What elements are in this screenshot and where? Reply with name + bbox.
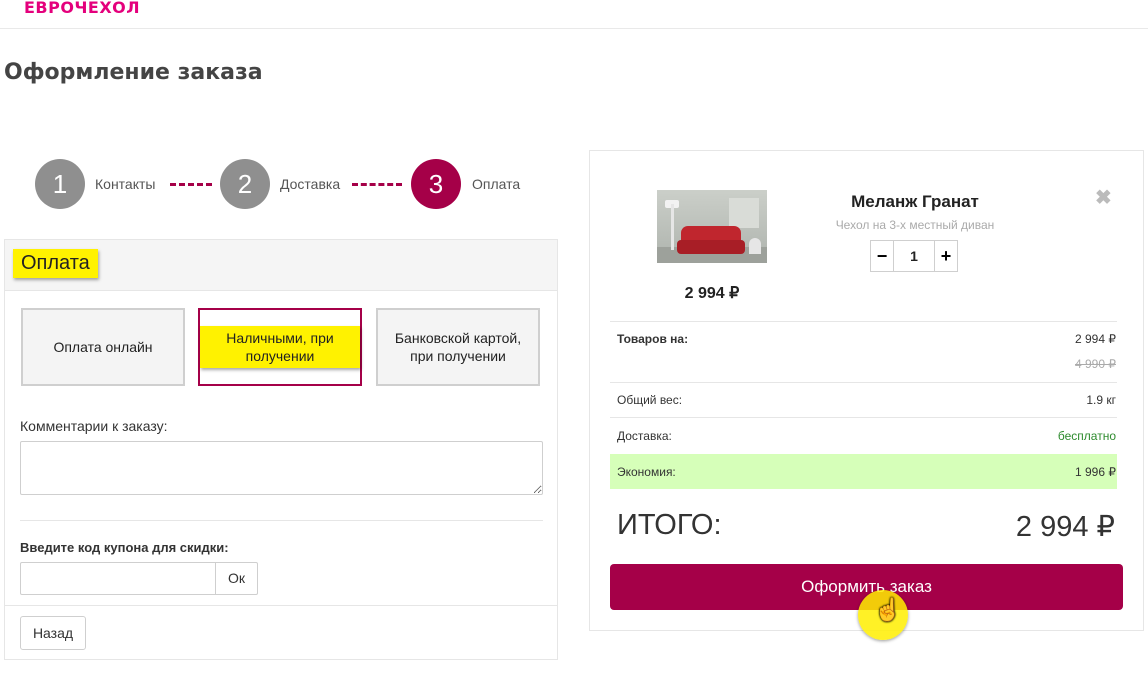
back-button[interactable]: Назад bbox=[20, 616, 86, 650]
total-value: 2 994 ₽ bbox=[1015, 511, 1115, 543]
weight-label: Общий вес: bbox=[617, 393, 683, 407]
payment-option-card[interactable]: Банковской картой, при получении bbox=[376, 308, 540, 386]
summary-divider bbox=[610, 382, 1117, 383]
goods-total-value: 2 994 ₽ bbox=[1075, 332, 1116, 346]
total-label: ИТОГО: bbox=[617, 509, 722, 541]
product-price: 2 994 ₽ bbox=[684, 285, 740, 302]
step-2-label[interactable]: Доставка bbox=[280, 176, 340, 192]
payment-option-label: Оплата онлайн bbox=[53, 339, 153, 355]
step-connector bbox=[352, 183, 402, 186]
summary-divider bbox=[610, 321, 1117, 322]
brand-logo[interactable]: ЕВРОЧЕХОЛ bbox=[24, 0, 140, 17]
savings-label: Экономия: bbox=[617, 465, 676, 479]
product-name[interactable]: Меланж Гранат bbox=[765, 192, 1065, 212]
quantity-stepper: − 1 + bbox=[870, 240, 958, 272]
weight-value: 1.9 кг bbox=[1086, 393, 1116, 407]
step-3-circle: 3 bbox=[411, 159, 461, 209]
goods-total-label: Товаров на: bbox=[617, 332, 689, 346]
quantity-value[interactable]: 1 bbox=[894, 241, 934, 271]
step-1-label[interactable]: Контакты bbox=[95, 176, 155, 192]
panel-footer-divider bbox=[5, 605, 557, 606]
remove-item-icon[interactable]: ✖ bbox=[1095, 185, 1112, 210]
savings-value: 1 996 ₽ bbox=[1075, 465, 1116, 479]
comment-textarea[interactable] bbox=[20, 441, 543, 495]
summary-divider bbox=[610, 417, 1117, 418]
payment-panel: Оплата Оплата онлайн Наличными, при полу… bbox=[4, 239, 558, 660]
coupon-input[interactable] bbox=[20, 562, 216, 595]
hand-cursor-icon: ☝ bbox=[874, 597, 902, 622]
savings-row bbox=[610, 454, 1117, 489]
product-subtitle: Чехол на 3-х местный диван bbox=[835, 218, 995, 232]
quantity-decrease-button[interactable]: − bbox=[871, 241, 894, 271]
comment-label: Комментарии к заказу: bbox=[20, 418, 168, 434]
coupon-label: Введите код купона для скидки: bbox=[20, 540, 229, 555]
payment-option-label: Банковской картой, при получении bbox=[394, 330, 522, 364]
page-title: Оформление заказа bbox=[4, 60, 263, 85]
step-2-circle[interactable]: 2 bbox=[220, 159, 270, 209]
payment-option-cash[interactable]: Наличными, при получении bbox=[198, 308, 362, 386]
payment-panel-header: Оплата bbox=[5, 240, 557, 291]
order-summary-panel: 2 994 ₽ Меланж Гранат Чехол на 3-х местн… bbox=[589, 150, 1144, 631]
step-connector bbox=[170, 183, 212, 186]
step-3-label: Оплата bbox=[472, 176, 521, 192]
payment-option-online[interactable]: Оплата онлайн bbox=[21, 308, 185, 386]
product-image[interactable] bbox=[657, 190, 767, 263]
quantity-increase-button[interactable]: + bbox=[934, 241, 957, 271]
coupon-apply-button[interactable]: Ок bbox=[215, 562, 258, 595]
section-divider bbox=[20, 520, 543, 521]
step-1-circle[interactable]: 1 bbox=[35, 159, 85, 209]
header-divider bbox=[0, 28, 1148, 29]
delivery-value: бесплатно bbox=[1057, 429, 1116, 443]
delivery-label: Доставка: bbox=[617, 429, 672, 443]
payment-option-label: Наличными, при получении bbox=[200, 326, 360, 368]
goods-old-price: 4 990 ₽ bbox=[1075, 357, 1116, 371]
payment-title: Оплата bbox=[13, 249, 98, 278]
